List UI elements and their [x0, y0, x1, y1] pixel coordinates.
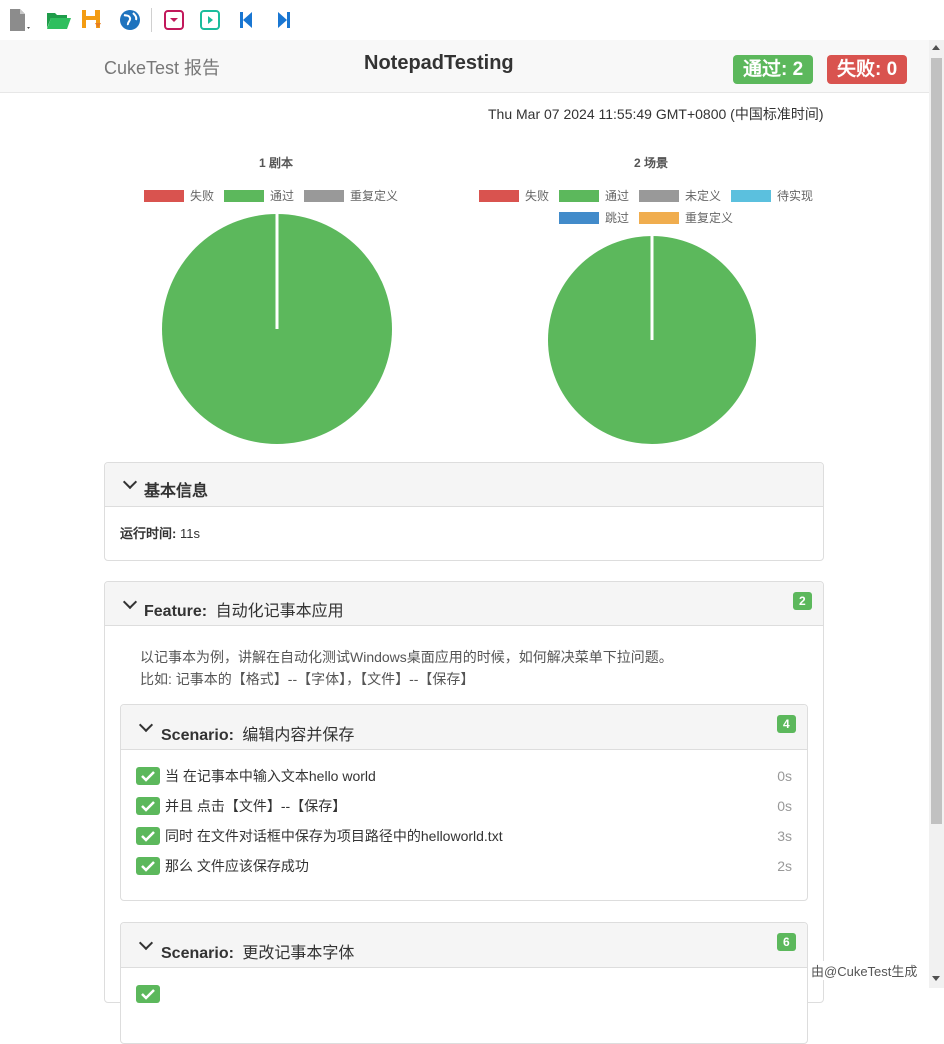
toolbar [0, 0, 944, 40]
legend-item[interactable]: 待实现 [731, 187, 813, 204]
runtime-row: 运行时间: 11s [120, 523, 200, 542]
step-row[interactable]: 当 在记事本中输入文本hello world 0s [136, 766, 792, 786]
legend-swatch [304, 189, 344, 202]
step-text: 同时 在文件对话框中保存为项目路径中的helloworld.txt [165, 828, 503, 844]
legend-swatch [731, 189, 771, 202]
feature-name: 自动化记事本应用 [215, 603, 344, 620]
failed-badge[interactable]: 失败: 0 [827, 55, 908, 84]
legend-swatch [479, 189, 519, 202]
legend-swatch [639, 189, 679, 202]
scroll-up-arrow-icon[interactable] [932, 45, 940, 50]
legend-item[interactable]: 通过 [224, 187, 294, 204]
check-icon [136, 827, 160, 845]
scenarios-pie-chart[interactable] [546, 234, 758, 446]
legend-item[interactable]: 重复定义 [304, 187, 398, 204]
features-pie-chart[interactable] [160, 212, 394, 446]
generated-by-note: 由@CukeTest生成 [811, 961, 918, 980]
feature-panel: Feature: 自动化记事本应用 2 以记事本为例，讲解在自动化测试Windo… [104, 581, 824, 1044]
runtime-label: 运行时间: [120, 526, 177, 541]
new-file-icon[interactable] [6, 6, 34, 34]
legend-item[interactable]: 失败 [479, 187, 549, 204]
scenario-panel-header[interactable]: Scenario: 更改记事本字体 6 [121, 923, 807, 968]
scroll-down-arrow-icon[interactable] [932, 976, 940, 981]
check-icon [136, 797, 160, 815]
chart-title-scenarios: 2 场景 [633, 156, 668, 170]
chevron-down-icon [138, 935, 154, 951]
step-duration: 2s [777, 858, 792, 874]
basic-info-panel-header[interactable]: 基本信息 [105, 463, 823, 507]
legend-item[interactable]: 失败 [144, 187, 214, 204]
scenario-name: 编辑内容并保存 [242, 727, 355, 744]
expand-icon[interactable] [196, 6, 224, 34]
chevron-down-icon [122, 474, 138, 490]
scenario-keyword: Scenario: [161, 945, 234, 962]
globe-icon[interactable] [116, 6, 144, 34]
legend-swatch [559, 189, 599, 202]
feature-description: 以记事本为例，讲解在自动化测试Windows桌面应用的时候，如何解决菜单下拉问题… [140, 646, 673, 690]
chevron-down-icon [138, 717, 154, 733]
legend-item[interactable]: 通过 [559, 187, 629, 204]
legend-item[interactable]: 未定义 [639, 187, 721, 204]
passed-badge[interactable]: 通过: 2 [733, 55, 814, 84]
scenario-keyword: Scenario: [161, 727, 234, 744]
check-icon [136, 857, 160, 875]
feature-scenario-count-badge: 2 [793, 592, 812, 610]
feature-description-line: 比如: 记事本的【格式】--【字体】，【文件】--【保存】 [140, 671, 475, 687]
step-row[interactable]: 并且 点击【文件】--【保存】 0s [136, 796, 792, 816]
legend-swatch [224, 189, 264, 202]
step-row[interactable]: 同时 在文件对话框中保存为项目路径中的helloworld.txt 3s [136, 826, 792, 846]
legend-swatch [144, 189, 184, 202]
previous-icon[interactable] [232, 6, 260, 34]
brand-link[interactable]: CukeTest 报告 [104, 54, 220, 80]
save-icon[interactable] [78, 6, 106, 34]
scenario-step-count-badge: 4 [777, 715, 796, 733]
scenario-step-count-badge: 6 [777, 933, 796, 951]
step-duration: 0s [777, 768, 792, 784]
feature-keyword: Feature: [144, 603, 208, 620]
runtime-value: 11s [179, 526, 200, 541]
step-duration: 0s [777, 798, 792, 814]
chart-title-features: 1 剧本 [258, 156, 293, 170]
scenario-name: 更改记事本字体 [242, 945, 355, 962]
scenario-panel: Scenario: 更改记事本字体 6 [120, 922, 808, 1044]
scenario-panel-header[interactable]: Scenario: 编辑内容并保存 4 [121, 705, 807, 750]
open-folder-icon[interactable] [45, 6, 73, 34]
step-row[interactable] [136, 984, 792, 1004]
scenario-panel: Scenario: 编辑内容并保存 4 当 在记事本中输入文本hello wor… [120, 704, 808, 901]
basic-info-panel: 基本信息 运行时间: 11s [104, 462, 824, 561]
step-text: 那么 文件应该保存成功 [165, 858, 309, 874]
report-timestamp: Thu Mar 07 2024 11:55:49 GMT+0800 (中国标准时… [488, 106, 824, 122]
legend-swatch [559, 211, 599, 224]
toolbar-separator [151, 8, 152, 32]
step-duration: 3s [777, 828, 792, 844]
feature-panel-header[interactable]: Feature: 自动化记事本应用 2 [105, 582, 823, 626]
basic-info-heading: 基本信息 [144, 483, 209, 500]
feature-description-line: 以记事本为例，讲解在自动化测试Windows桌面应用的时候，如何解决菜单下拉问题… [140, 649, 673, 665]
vertical-scrollbar[interactable] [929, 40, 944, 988]
collapse-icon[interactable] [160, 6, 188, 34]
legend-swatch [639, 211, 679, 224]
legend-item[interactable]: 跳过 [559, 209, 629, 226]
scroll-thumb[interactable] [931, 58, 942, 824]
page-title: NotepadTesting [364, 52, 514, 74]
check-icon [136, 767, 160, 785]
report-header: CukeTest 报告 NotepadTesting 通过: 2 失败: 0 [0, 40, 929, 93]
step-row[interactable]: 那么 文件应该保存成功 2s [136, 856, 792, 876]
step-text: 并且 点击【文件】--【保存】 [165, 798, 347, 814]
legend-item[interactable]: 重复定义 [639, 209, 733, 226]
next-icon[interactable] [270, 6, 298, 34]
chevron-down-icon [122, 594, 138, 610]
step-text: 当 在记事本中输入文本hello world [165, 768, 376, 784]
